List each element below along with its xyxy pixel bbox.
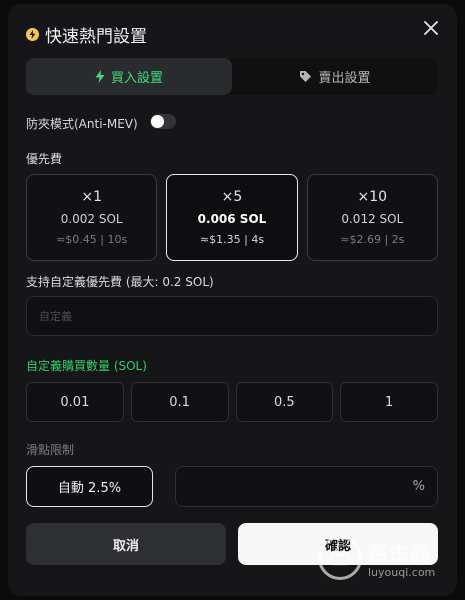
fee-estimate: ≈$2.69 | 2s (340, 233, 405, 246)
fee-estimate: ≈$0.45 | 10s (56, 233, 128, 246)
buy-sell-tabs: 買入設置 賣出設置 (26, 58, 438, 95)
fee-estimate: ≈$1.35 | 4s (199, 233, 265, 246)
custom-fee-field (26, 296, 438, 336)
tab-sell-label: 賣出設置 (318, 71, 371, 86)
dialog-header: 快速熱門設置 (26, 22, 147, 47)
custom-fee-input[interactable] (39, 309, 425, 323)
anti-mev-label: 防夾模式(Anti-MEV) (26, 117, 138, 131)
toggle-knob (151, 115, 164, 128)
fee-sol-amount: 0.012 SOL (341, 212, 404, 226)
slippage-input[interactable] (188, 479, 413, 494)
priority-fee-options: ×1 0.002 SOL ≈$0.45 | 10s ×5 0.006 SOL ≈… (26, 174, 438, 261)
fee-option-x1[interactable]: ×1 0.002 SOL ≈$0.45 | 10s (26, 174, 158, 261)
tab-buy-label: 買入設置 (110, 71, 163, 86)
slippage-label: 滑點限制 (26, 443, 75, 457)
buy-amount-label: 自定義購買數量 (SOL) (26, 359, 147, 373)
fee-option-x10[interactable]: ×10 0.012 SOL ≈$2.69 | 2s (306, 174, 438, 261)
fee-multiplier: ×5 (221, 189, 243, 205)
slippage-auto-button[interactable]: 自動 2.5% (26, 466, 153, 507)
confirm-button[interactable]: 確認 (238, 523, 438, 565)
anti-mev-toggle[interactable] (150, 114, 176, 129)
percent-unit: % (412, 479, 425, 494)
fee-multiplier: ×1 (81, 189, 102, 205)
fee-sol-amount: 0.002 SOL (60, 212, 123, 226)
tag-icon (300, 71, 312, 82)
bolt-icon (26, 28, 39, 41)
amount-option[interactable]: 0.1 (130, 382, 229, 422)
fee-multiplier: ×10 (357, 189, 388, 205)
bolt-icon (95, 70, 105, 83)
amount-option[interactable]: 0.5 (235, 382, 334, 422)
tab-buy-settings[interactable]: 買入設置 (26, 58, 232, 95)
priority-fee-label: 優先費 (26, 152, 63, 166)
dialog-title: 快速熱門設置 (45, 27, 147, 47)
tab-sell-settings[interactable]: 賣出設置 (232, 58, 438, 95)
quick-settings-dialog: 快速熱門設置 買入設置 賣出設置 防夾模式(Anti-MEV) 優先費 ×1 0… (8, 4, 457, 596)
amount-option[interactable]: 1 (340, 382, 438, 422)
fee-option-x5[interactable]: ×5 0.006 SOL ≈$1.35 | 4s (166, 174, 298, 261)
slippage-field: % (175, 466, 438, 507)
custom-fee-label: 支持自定義優先費 (最大: 0.2 SOL) (26, 275, 214, 289)
cancel-button[interactable]: 取消 (26, 523, 226, 565)
close-icon[interactable] (421, 18, 441, 38)
buy-amount-options: 0.01 0.1 0.5 1 (26, 382, 438, 422)
amount-option[interactable]: 0.01 (26, 382, 124, 422)
fee-sol-amount: 0.006 SOL (197, 212, 267, 226)
